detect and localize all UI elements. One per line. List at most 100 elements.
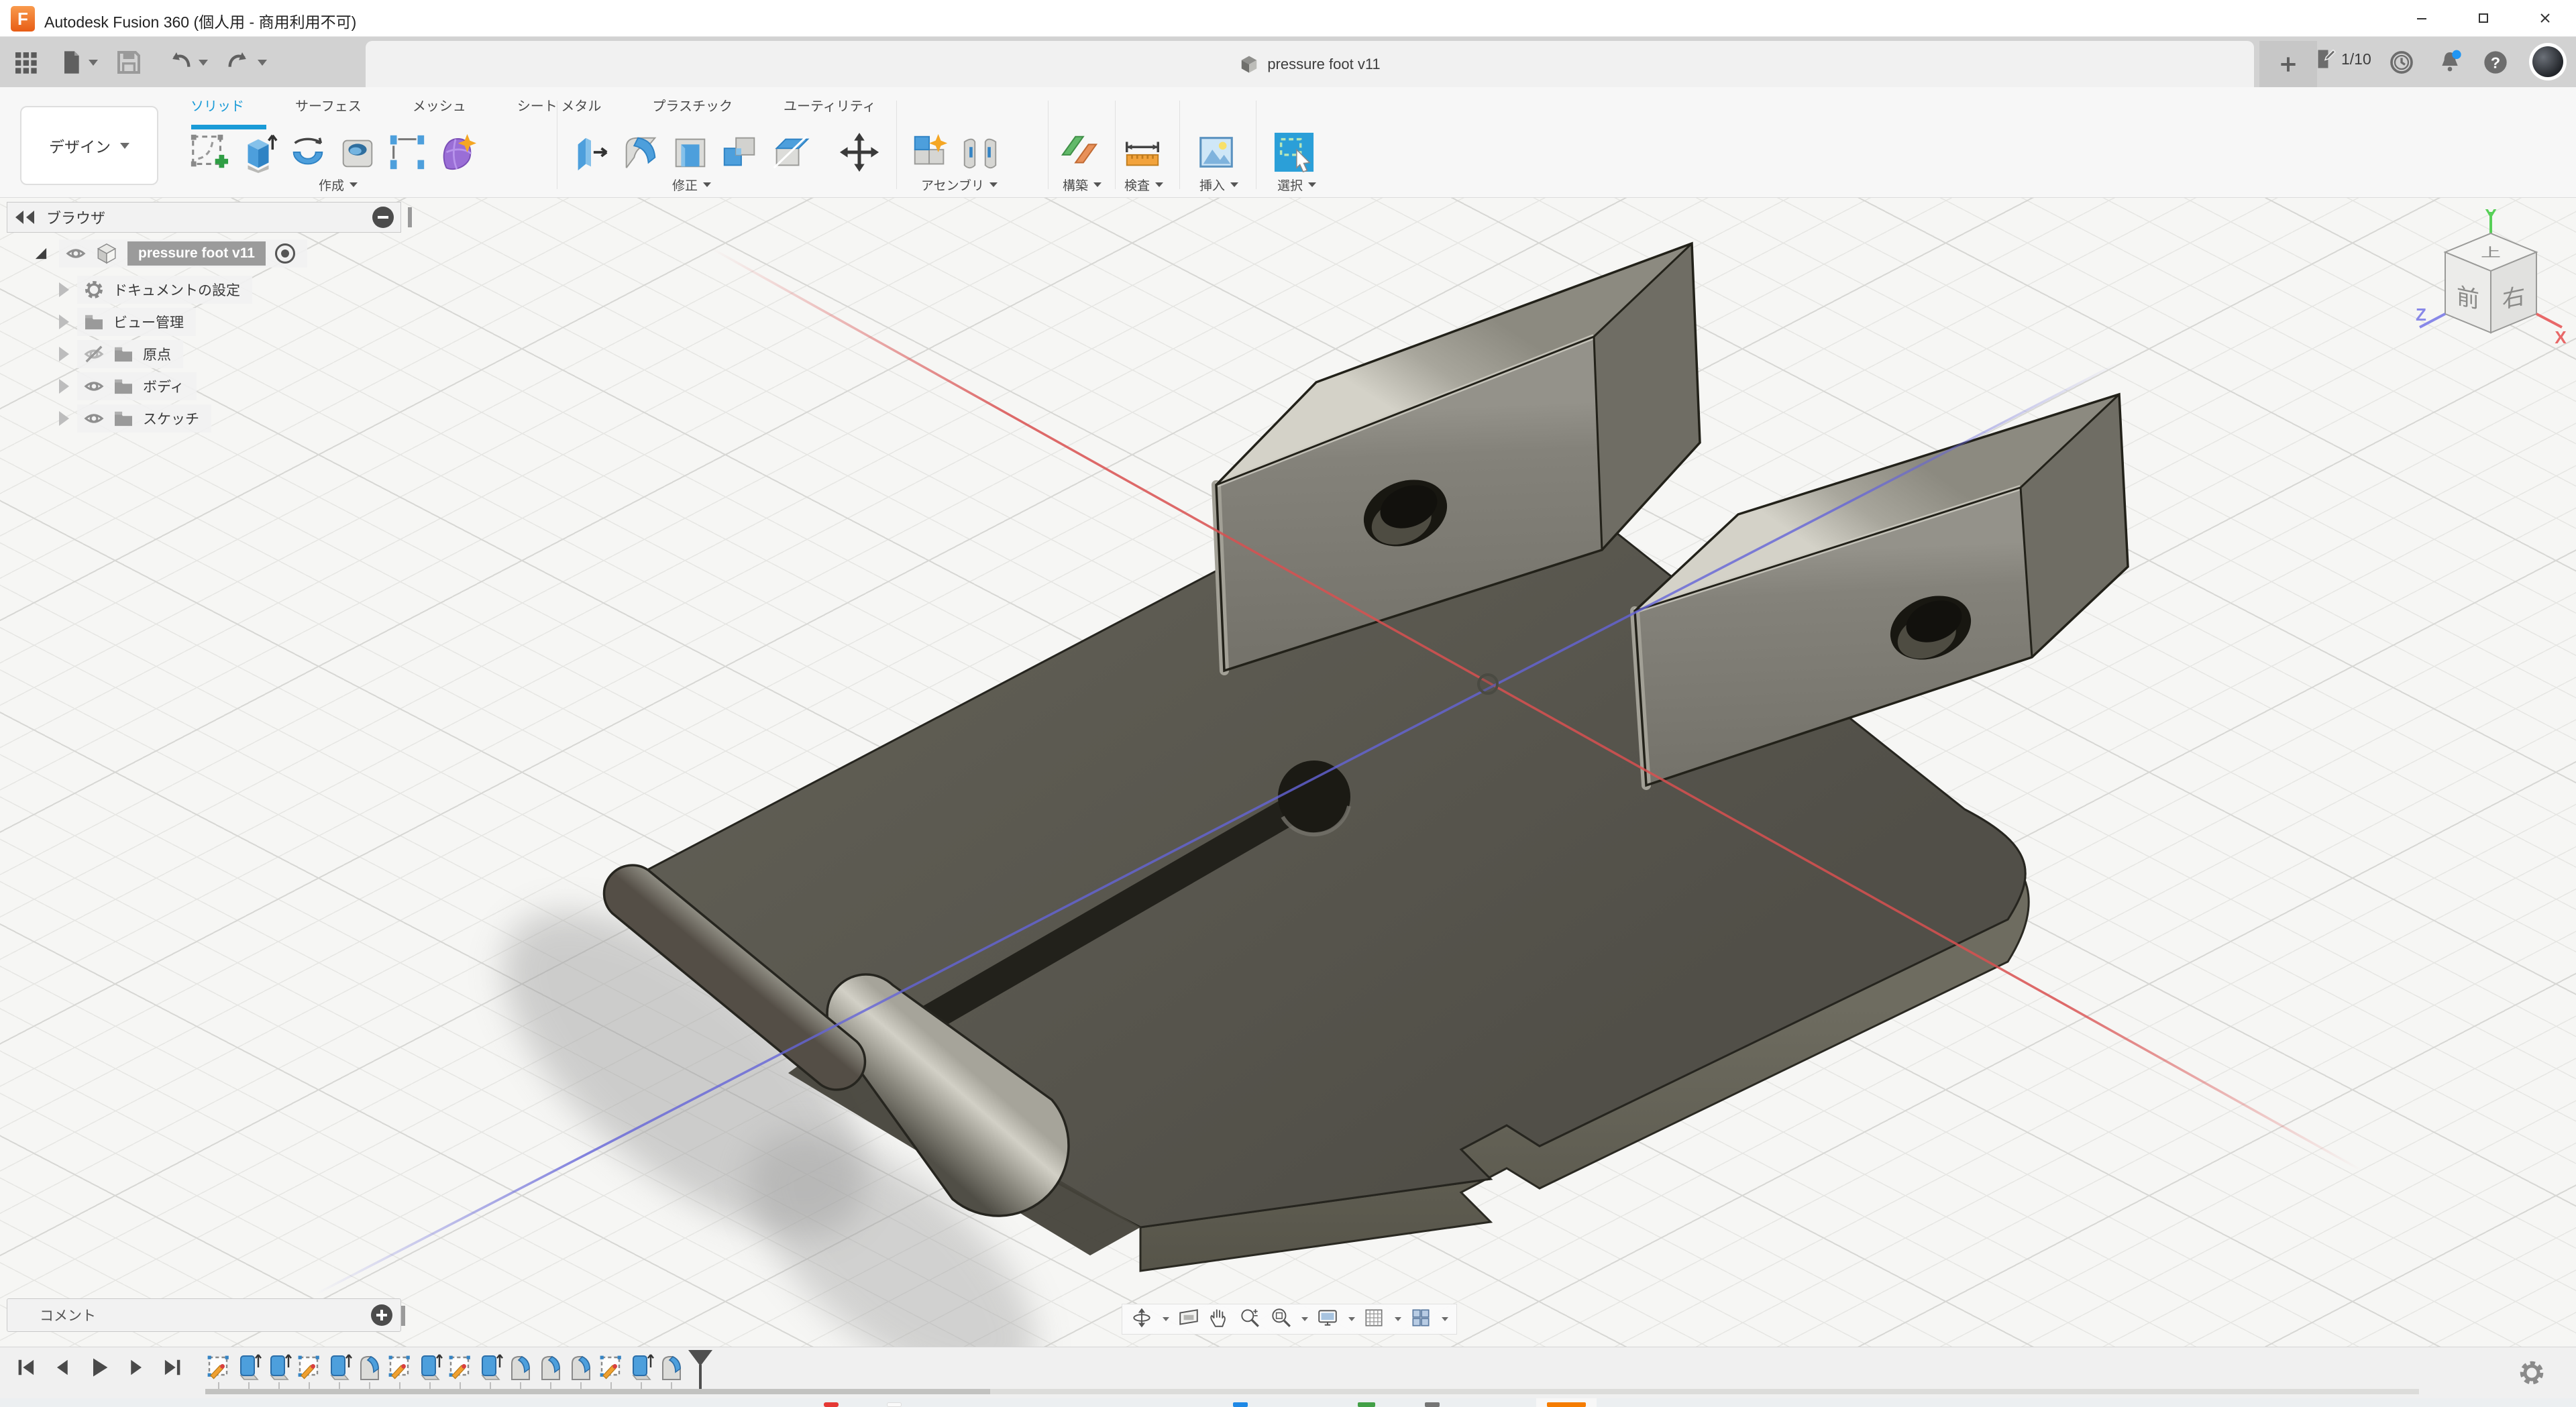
app-grid-icon[interactable] <box>12 49 39 76</box>
model-pressure-foot[interactable] <box>0 198 2576 1347</box>
press-pull-icon[interactable] <box>569 130 613 174</box>
timeline-feature-sketch[interactable] <box>386 1351 413 1384</box>
browser-item-origin[interactable]: 原点 <box>59 340 183 368</box>
fillet-icon[interactable] <box>619 130 663 174</box>
taskbar-icon-red[interactable] <box>824 1402 839 1407</box>
expand-arrow-icon[interactable] <box>59 282 69 297</box>
grid-menu-arrow[interactable] <box>1395 1317 1401 1321</box>
construct-plane-icon[interactable] <box>1057 130 1102 174</box>
timeline-feature-extrude[interactable] <box>326 1351 353 1384</box>
timeline-feature-sketch[interactable] <box>205 1351 232 1384</box>
timeline-settings-gear-icon[interactable] <box>2518 1359 2545 1390</box>
zoom-fit-icon[interactable] <box>1269 1306 1292 1333</box>
visibility-eye-icon[interactable] <box>84 408 104 429</box>
offset-face-icon[interactable] <box>767 130 812 174</box>
redo-menu-arrow[interactable] <box>258 60 267 66</box>
insert-image-icon[interactable] <box>1194 130 1238 174</box>
group-insert-label[interactable]: 挿入 <box>1175 176 1263 194</box>
orbit-menu-arrow[interactable] <box>1163 1317 1169 1321</box>
hole-icon[interactable] <box>335 130 380 174</box>
go-to-end-icon[interactable] <box>160 1355 184 1383</box>
pan-icon[interactable] <box>1208 1306 1230 1333</box>
look-at-icon[interactable] <box>1177 1306 1200 1333</box>
browser-item-bodies[interactable]: ボディ <box>59 372 197 400</box>
visibility-eye-icon[interactable] <box>66 243 86 264</box>
view-cube[interactable]: Y 上 前 右 Z X <box>2412 208 2569 376</box>
activate-component-radio[interactable] <box>275 243 295 264</box>
timeline-feature-extrude[interactable] <box>628 1351 655 1384</box>
document-counter[interactable]: 1/10 <box>2313 47 2371 71</box>
form-icon[interactable] <box>435 130 479 174</box>
viewport-canvas[interactable]: ブラウザ pressure foot v11 <box>0 198 2576 1347</box>
measure-icon[interactable] <box>1120 130 1165 174</box>
select-icon[interactable] <box>1272 130 1316 174</box>
add-comment-icon[interactable] <box>371 1304 392 1326</box>
right-block[interactable] <box>1635 394 2128 785</box>
tab-sheet-metal[interactable]: シート メタル <box>513 93 606 117</box>
workspace-selector[interactable]: デザイン <box>20 106 158 185</box>
save-icon[interactable] <box>115 49 142 76</box>
visibility-eye-icon[interactable] <box>84 376 104 396</box>
browser-header[interactable]: ブラウザ <box>7 202 401 233</box>
revolve-icon[interactable] <box>286 130 330 174</box>
tab-surface[interactable]: サーフェス <box>291 93 366 117</box>
expand-root-icon[interactable] <box>32 245 50 262</box>
browser-resize-grip[interactable] <box>408 207 412 227</box>
taskbar-icon-green[interactable] <box>1358 1402 1375 1407</box>
timeline-feature-fillet[interactable] <box>356 1351 383 1384</box>
minimize-button[interactable] <box>2391 0 2453 36</box>
timeline-feature-fillet[interactable] <box>568 1351 594 1384</box>
browser-item-sketches[interactable]: スケッチ <box>59 404 211 433</box>
file-menu-arrow[interactable] <box>89 60 98 66</box>
timeline-feature-sketch[interactable] <box>447 1351 474 1384</box>
viewports-menu-arrow[interactable] <box>1442 1317 1448 1321</box>
timeline-feature-extrude[interactable] <box>417 1351 443 1384</box>
timeline-feature-fillet[interactable] <box>537 1351 564 1384</box>
redo-icon[interactable] <box>225 49 252 76</box>
taskbar-icon-blue[interactable] <box>1233 1402 1248 1407</box>
file-menu-icon[interactable] <box>58 49 85 76</box>
tab-mesh[interactable]: メッシュ <box>409 93 470 117</box>
timeline-feature-fillet[interactable] <box>507 1351 534 1384</box>
timeline-feature-extrude[interactable] <box>477 1351 504 1384</box>
undo-menu-arrow[interactable] <box>199 60 208 66</box>
new-tab-button[interactable] <box>2259 41 2317 87</box>
user-avatar[interactable] <box>2529 43 2567 80</box>
group-assemble-label[interactable]: アセンブリ <box>899 176 1020 194</box>
go-to-start-icon[interactable] <box>15 1355 39 1383</box>
origin-marker[interactable] <box>1479 675 1497 693</box>
group-select-label[interactable]: 選択 <box>1253 176 1340 194</box>
new-component-icon[interactable] <box>908 130 953 174</box>
browser-item-named-views[interactable]: ビュー管理 <box>59 308 196 336</box>
group-modify-label[interactable]: 修正 <box>569 176 814 194</box>
shell-icon[interactable] <box>668 130 712 174</box>
move-copy-icon[interactable] <box>837 130 881 174</box>
undo-icon[interactable] <box>166 49 193 76</box>
group-inspect-label[interactable]: 検査 <box>1100 176 1187 194</box>
browser-minimize-icon[interactable] <box>372 207 394 228</box>
zoom-fit-menu-arrow[interactable] <box>1301 1317 1308 1321</box>
zoom-icon[interactable] <box>1238 1306 1261 1333</box>
tab-utilities[interactable]: ユーティリティ <box>780 93 880 117</box>
timeline-feature-sketch[interactable] <box>598 1351 625 1384</box>
display-menu-arrow[interactable] <box>1348 1317 1355 1321</box>
step-forward-icon[interactable] <box>123 1355 148 1383</box>
tab-solid[interactable]: ソリッド <box>186 93 248 117</box>
create-sketch-icon[interactable] <box>186 130 231 174</box>
display-settings-icon[interactable] <box>1316 1306 1339 1333</box>
history-clock-icon[interactable] <box>2388 49 2415 76</box>
extrude-icon[interactable] <box>236 130 280 174</box>
timeline-feature-fillet[interactable] <box>658 1351 685 1384</box>
taskbar-icon-orange-active[interactable] <box>1547 1402 1586 1407</box>
comment-resize-grip[interactable] <box>401 1306 405 1326</box>
browser-root-label[interactable]: pressure foot v11 <box>127 241 266 266</box>
joint-icon[interactable] <box>958 130 1002 174</box>
viewports-icon[interactable] <box>1409 1306 1432 1333</box>
maximize-button[interactable] <box>2453 0 2514 36</box>
tab-plastic[interactable]: プラスチック <box>648 93 737 117</box>
timeline-scrollbar[interactable] <box>205 1389 2419 1394</box>
taskbar-icon-white[interactable] <box>887 1402 902 1407</box>
browser-item-document-settings[interactable]: ドキュメントの設定 <box>59 276 252 304</box>
taskbar-icon-gray[interactable] <box>1425 1402 1440 1407</box>
collapse-panel-icon[interactable] <box>14 209 37 225</box>
